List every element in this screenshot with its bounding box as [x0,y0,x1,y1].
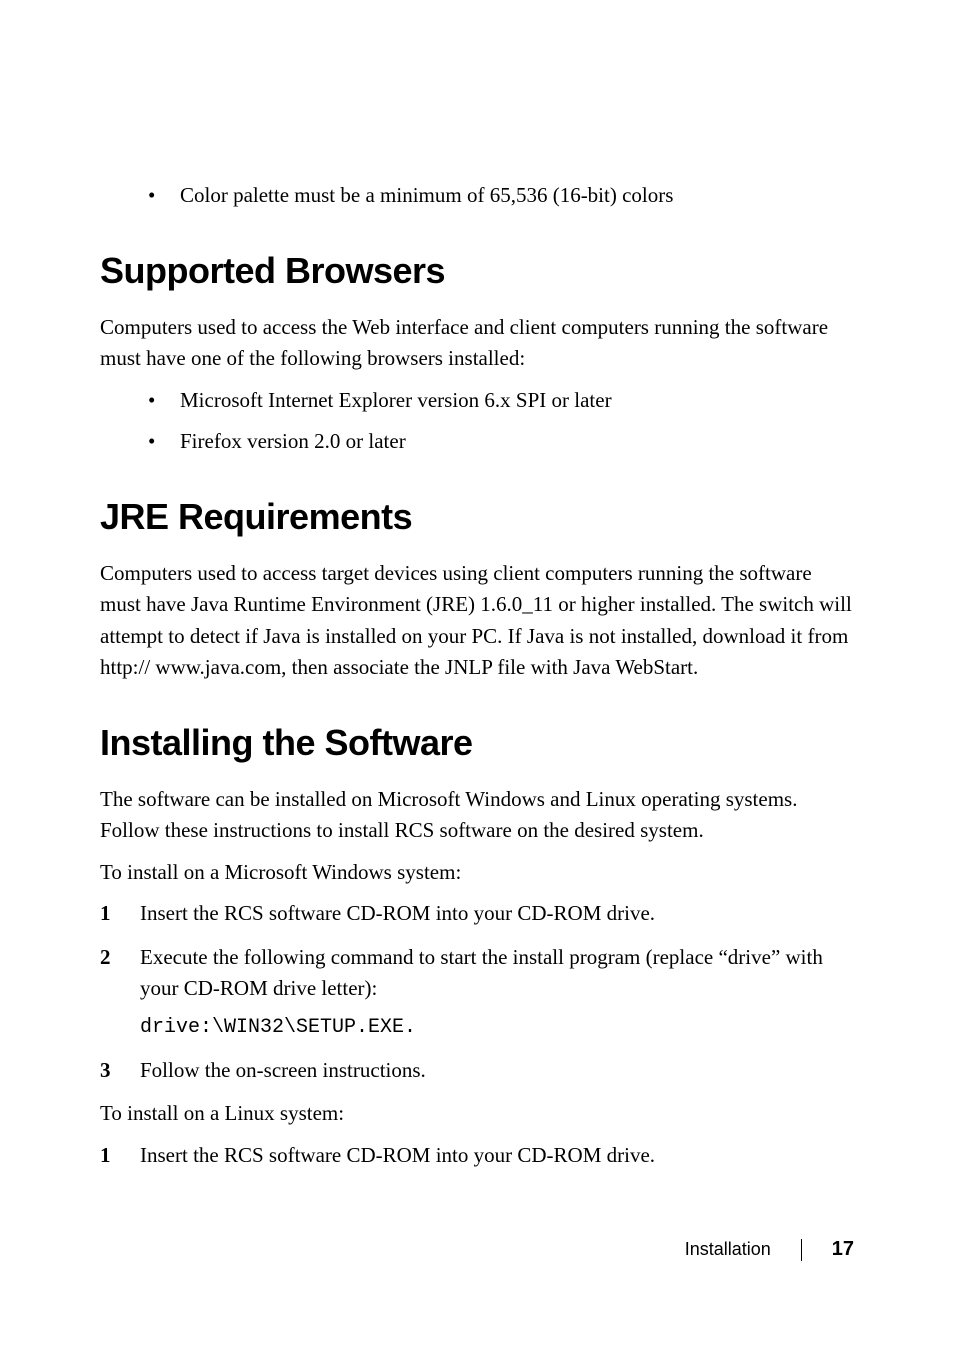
page-footer: Installation 17 [685,1238,854,1261]
list-item: 2 Execute the following command to start… [100,942,854,1043]
step-number: 1 [100,898,111,930]
supported-browsers-intro: Computers used to access the Web interfa… [100,312,854,375]
list-item: Firefox version 2.0 or later [100,426,854,458]
install-intro: The software can be installed on Microso… [100,784,854,847]
install-windows-label: To install on a Microsoft Windows system… [100,857,854,889]
heading-installing-software: Installing the Software [100,722,854,764]
jre-body: Computers used to access target devices … [100,558,854,684]
step-number: 3 [100,1055,111,1087]
step-text: Execute the following command to start t… [140,945,823,1001]
list-item: 3 Follow the on-screen instructions. [100,1055,854,1087]
step-text: Follow the on-screen instructions. [140,1058,426,1082]
step-text: Insert the RCS software CD-ROM into your… [140,901,655,925]
lead-bullet-list: Color palette must be a minimum of 65,53… [100,180,854,212]
page-number: 17 [832,1238,854,1261]
heading-jre-requirements: JRE Requirements [100,496,854,538]
list-item: 1 Insert the RCS software CD-ROM into yo… [100,1140,854,1172]
install-linux-label: To install on a Linux system: [100,1098,854,1130]
supported-browsers-list: Microsoft Internet Explorer version 6.x … [100,385,854,458]
list-item: 1 Insert the RCS software CD-ROM into yo… [100,898,854,930]
step-code: drive:\WIN32\SETUP.EXE. [140,1013,854,1043]
step-number: 1 [100,1140,111,1172]
lead-bullet-item: Color palette must be a minimum of 65,53… [100,180,854,212]
windows-steps-list: 1 Insert the RCS software CD-ROM into yo… [100,898,854,1086]
footer-divider [801,1239,802,1261]
list-item: Microsoft Internet Explorer version 6.x … [100,385,854,417]
step-number: 2 [100,942,111,974]
heading-supported-browsers: Supported Browsers [100,250,854,292]
step-text: Insert the RCS software CD-ROM into your… [140,1143,655,1167]
footer-section-name: Installation [685,1239,771,1260]
linux-steps-list: 1 Insert the RCS software CD-ROM into yo… [100,1140,854,1172]
